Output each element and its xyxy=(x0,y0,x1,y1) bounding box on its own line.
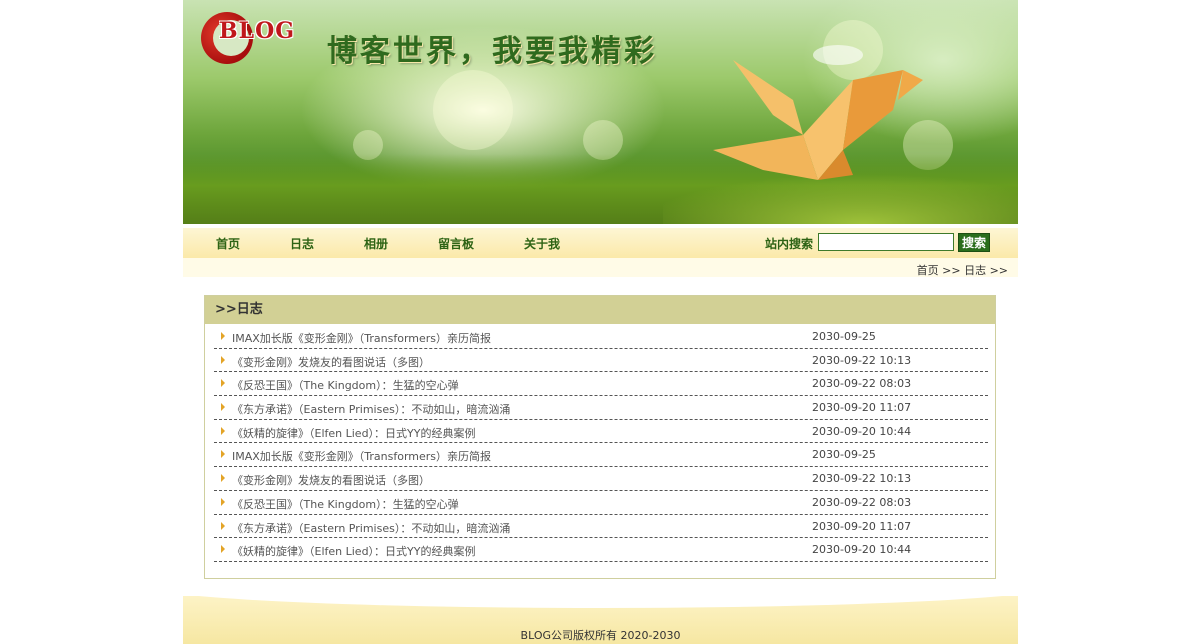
blog-logo[interactable]: BLOG xyxy=(197,10,307,70)
search-label: 站内搜索 xyxy=(765,237,814,251)
bullet-arrow-icon xyxy=(221,332,225,340)
search-input[interactable] xyxy=(818,233,954,251)
list-item: 《变形金刚》发烧友的看图说话（多图） 2030-09-22 10:13 xyxy=(214,349,988,373)
entry-title-link[interactable]: IMAX加长版《变形金刚》（Transformers）亲历简报 xyxy=(232,448,491,464)
entry-title-link[interactable]: 《妖精的旋律》（Elfen Lied）：日式YY的经典案例 xyxy=(232,543,476,559)
bullet-arrow-icon xyxy=(221,474,225,483)
breadcrumb-bar: 首页 >> 日志 >> xyxy=(183,258,1018,277)
entry-date: 2030-09-20 10:44 xyxy=(812,543,912,557)
bullet-arrow-icon xyxy=(221,450,225,459)
list-item: 《反恐王国》（The Kingdom）：生猛的空心弹 2030-09-22 08:… xyxy=(214,372,988,397)
breadcrumb: 首页 >> 日志 >> xyxy=(916,264,1008,277)
entry-title-link[interactable]: 《妖精的旋律》（Elfen Lied）：日式YY的经典案例 xyxy=(232,425,476,441)
list-item: 《东方承诺》（Eastern Primises）：不动如山，暗流汹涌 2030-0… xyxy=(214,515,988,539)
bullet-arrow-icon xyxy=(221,379,225,388)
header-banner: BLOG 博客世界，我要我精彩 xyxy=(183,0,1018,224)
footer: BLOG公司版权所有 2020-2030 xyxy=(183,596,1018,644)
list-item: IMAX加长版《变形金刚》（Transformers）亲历简报 2030-09-2… xyxy=(214,443,988,468)
entry-date: 2030-09-25 xyxy=(812,330,876,343)
entry-title-link[interactable]: 《东方承诺》（Eastern Primises）：不动如山，暗流汹涌 xyxy=(232,520,510,536)
logo-text: BLOG xyxy=(219,18,296,44)
list-item: 《东方承诺》（Eastern Primises）：不动如山，暗流汹涌 2030-0… xyxy=(214,396,988,420)
entry-date: 2030-09-20 11:07 xyxy=(812,519,912,533)
bullet-arrow-icon xyxy=(221,403,225,412)
list-item: IMAX加长版《变形金刚》（Transformers）亲历简报 2030-09-2… xyxy=(214,325,988,349)
entry-date: 2030-09-22 08:03 xyxy=(812,495,912,509)
bullet-arrow-icon xyxy=(221,426,225,435)
page-wrapper: BLOG 博客世界，我要我精彩 首页 日志 相册 留言板 关于我 站内搜索 搜索… xyxy=(183,0,1018,644)
list-item: 《反恐王国》（The Kingdom）：生猛的空心弹 2030-09-22 08:… xyxy=(214,491,988,515)
nav-item-home[interactable]: 首页 xyxy=(216,235,240,252)
entry-title-link[interactable]: 《变形金刚》发烧友的看图说话（多图） xyxy=(232,354,430,370)
nav-item-guestbook[interactable]: 留言板 xyxy=(438,235,474,252)
bullet-arrow-icon xyxy=(221,545,225,554)
list-item: 《变形金刚》发烧友的看图说话（多图） 2030-09-22 10:13 xyxy=(214,467,988,491)
search-button[interactable]: 搜索 xyxy=(958,233,990,252)
entry-date: 2030-09-22 10:13 xyxy=(812,353,912,367)
entry-title-link[interactable]: IMAX加长版《变形金刚》（Transformers）亲历简报 xyxy=(232,330,491,346)
list-item: 《妖精的旋律》（Elfen Lied）：日式YY的经典案例 2030-09-20 … xyxy=(214,538,988,562)
bullet-arrow-icon xyxy=(221,521,225,530)
entry-title-link[interactable]: 《变形金刚》发烧友的看图说话（多图） xyxy=(232,472,430,488)
entry-date: 2030-09-20 11:07 xyxy=(812,401,912,415)
bullet-arrow-icon xyxy=(221,497,225,506)
entry-date: 2030-09-25 xyxy=(812,448,876,462)
entry-title-link[interactable]: 《东方承诺》（Eastern Primises）：不动如山，暗流汹涌 xyxy=(232,401,510,417)
bullet-arrow-icon xyxy=(221,355,225,364)
nav-item-about[interactable]: 关于我 xyxy=(524,235,560,252)
footer-copyright: BLOG公司版权所有 2020-2030 xyxy=(520,629,681,642)
nav-item-journal[interactable]: 日志 xyxy=(290,235,314,252)
list-item: 《妖精的旋律》（Elfen Lied）：日式YY的经典案例 2030-09-20 … xyxy=(214,420,988,444)
journal-list: IMAX加长版《变形金刚》（Transformers）亲历简报 2030-09-2… xyxy=(214,325,988,562)
entry-date: 2030-09-20 10:44 xyxy=(812,424,912,438)
main-nav: 首页 日志 相册 留言板 关于我 站内搜索 搜索 xyxy=(183,228,1018,258)
entry-title-link[interactable]: 《反恐王国》（The Kingdom）：生猛的空心弹 xyxy=(232,496,459,512)
entry-title-link[interactable]: 《反恐王国》（The Kingdom）：生猛的空心弹 xyxy=(232,377,459,393)
nav-item-album[interactable]: 相册 xyxy=(364,235,388,252)
panel-title: >>日志 xyxy=(205,296,995,324)
entry-date: 2030-09-22 08:03 xyxy=(812,377,912,391)
site-slogan: 博客世界，我要我精彩 xyxy=(327,34,657,69)
journal-panel: >>日志 IMAX加长版《变形金刚》（Transformers）亲历简报 2030… xyxy=(204,295,996,579)
paper-crane-illustration xyxy=(713,45,923,180)
entry-date: 2030-09-22 10:13 xyxy=(812,472,912,486)
